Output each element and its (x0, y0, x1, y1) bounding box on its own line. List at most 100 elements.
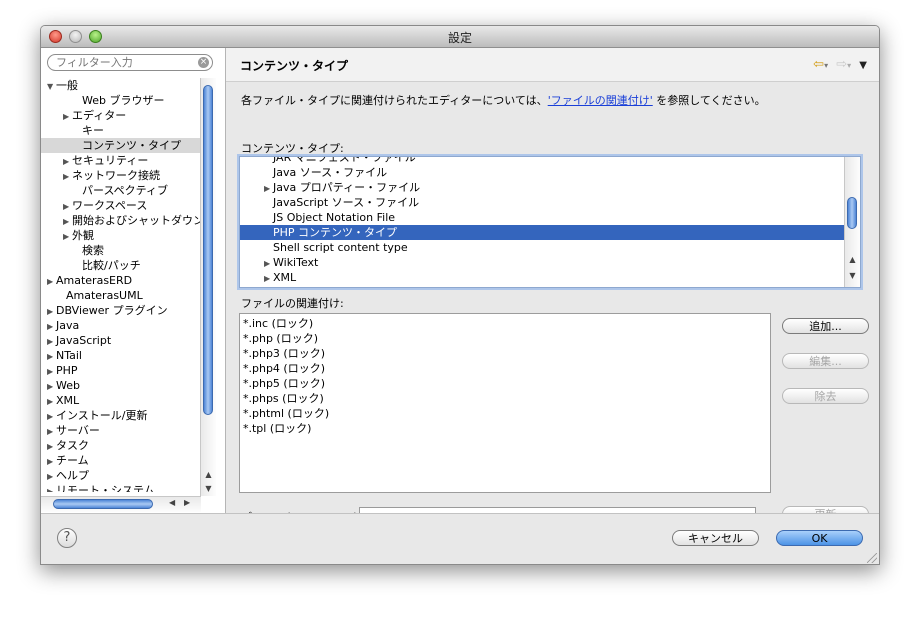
sidebar-tree-item[interactable]: ▶ AmaterasERD (41, 273, 201, 288)
sidebar-tree-item[interactable]: ▶ Web (41, 378, 201, 393)
sidebar-tree-item[interactable]: ▶ 外観 (41, 228, 201, 243)
sidebar-tree-item[interactable]: ▶ ネットワーク接続 (41, 168, 201, 183)
file-associations-list[interactable]: *.inc (ロック) *.php (ロック) *.php3 (ロック) *.php4… (239, 313, 771, 493)
file-association-item[interactable]: *.phps (ロック) (243, 391, 324, 406)
forward-arrow-icon[interactable]: ⇨▾ (836, 57, 851, 72)
sidebar-tree-item[interactable]: ▶ サーバー (41, 423, 201, 438)
sidebar-tree-item[interactable]: ▶ Java (41, 318, 201, 333)
collapsed-arrow-icon[interactable]: ▶ (47, 424, 56, 439)
file-association-item[interactable]: *.php5 (ロック) (243, 376, 325, 391)
sidebar-tree-item[interactable]: ▶ リモート・システム (41, 483, 201, 492)
content-type-item[interactable]: JavaScript ソース・ファイル (240, 195, 419, 210)
collapsed-arrow-icon[interactable]: ▶ (47, 439, 56, 454)
collapsed-arrow-icon[interactable]: ▶ (63, 109, 72, 124)
cancel-button[interactable]: キャンセル (672, 530, 759, 546)
content-type-item[interactable]: ▶ XML (240, 270, 296, 285)
sidebar-tree-item[interactable]: ▶ セキュリティー (41, 153, 201, 168)
sidebar-tree-item[interactable]: ▶ PHP (41, 363, 201, 378)
scroll-down-arrow-icon[interactable]: ▼ (845, 269, 860, 282)
sidebar-tree-item[interactable]: ▶ チーム (41, 453, 201, 468)
collapsed-arrow-icon[interactable]: ▶ (47, 334, 56, 349)
sidebar-tree-item[interactable]: ▶ インストール/更新 (41, 408, 201, 423)
view-menu-icon[interactable]: ▼ (859, 60, 867, 71)
add-button[interactable]: 追加... (782, 318, 869, 334)
collapsed-arrow-icon[interactable]: ▶ (47, 349, 56, 364)
title-bar[interactable]: 設定 (41, 26, 879, 48)
collapsed-arrow-icon[interactable]: ▶ (63, 199, 72, 214)
content-type-item[interactable]: PHP コンテンツ・タイプ (240, 225, 844, 240)
sidebar-hscroll-thumb[interactable] (53, 499, 153, 509)
resize-grip-icon[interactable] (867, 553, 877, 563)
collapsed-arrow-icon[interactable]: ▶ (63, 229, 72, 244)
sidebar-tree-item[interactable]: ▶ JavaScript (41, 333, 201, 348)
file-association-item[interactable]: *.inc (ロック) (243, 316, 313, 331)
sidebar-tree-item[interactable]: ▶ XML (41, 393, 201, 408)
content-types-tree[interactable]: JAR マニフェスト・ファイル Java ソース・ファイル ▶ Java プロパティー… (239, 156, 861, 288)
collapsed-arrow-icon[interactable]: ▶ (63, 169, 72, 184)
collapsed-arrow-icon[interactable]: ▶ (47, 304, 56, 319)
collapsed-arrow-icon[interactable]: ▶ (63, 154, 72, 169)
file-association-item[interactable]: *.php (ロック) (243, 331, 318, 346)
collapsed-arrow-icon[interactable]: ▶ (264, 256, 273, 271)
content-type-item[interactable]: JS Object Notation File (240, 210, 395, 225)
collapsed-arrow-icon[interactable]: ▶ (47, 394, 56, 409)
sidebar-tree-item[interactable]: ▶ タスク (41, 438, 201, 453)
filter-input[interactable] (56, 56, 191, 69)
sidebar-horizontal-scrollbar[interactable]: ◀ ▶ (41, 496, 201, 512)
collapsed-arrow-icon[interactable]: ▶ (264, 181, 273, 196)
sidebar-vertical-scrollbar[interactable]: ▲ ▼ (200, 78, 216, 496)
file-association-item[interactable]: *.phtml (ロック) (243, 406, 329, 421)
file-associations-link[interactable]: 'ファイルの関連付け' (548, 94, 653, 107)
collapsed-arrow-icon[interactable]: ▶ (264, 271, 273, 286)
sidebar-scroll-thumb[interactable] (203, 85, 213, 415)
sidebar-tree-item[interactable]: キー (41, 123, 201, 138)
content-type-item[interactable]: ▶ WikiText (240, 255, 318, 270)
collapsed-arrow-icon[interactable]: ▶ (47, 469, 56, 484)
scroll-down-arrow-icon[interactable]: ▼ (201, 482, 216, 495)
sidebar-tree-item[interactable]: ▶ 開始およびシャットダウン (41, 213, 201, 228)
remove-button[interactable]: 除去 (782, 388, 869, 404)
collapsed-arrow-icon[interactable]: ▶ (63, 214, 72, 229)
collapsed-arrow-icon[interactable]: ▶ (47, 364, 56, 379)
scroll-up-arrow-icon[interactable]: ▲ (201, 468, 216, 481)
sidebar-tree-item[interactable]: Web ブラウザー (41, 93, 201, 108)
sidebar-tree-item[interactable]: パースペクティブ (41, 183, 201, 198)
sidebar-tree-item[interactable]: ▶ エディター (41, 108, 201, 123)
collapsed-arrow-icon[interactable]: ▶ (47, 484, 56, 492)
sidebar-item-label: インストール/更新 (56, 409, 148, 422)
back-arrow-icon[interactable]: ⇦▾ (813, 57, 828, 72)
content-type-item[interactable]: ▶ Java プロパティー・ファイル (240, 180, 420, 195)
collapsed-arrow-icon[interactable]: ▶ (47, 454, 56, 469)
file-association-item[interactable]: *.tpl (ロック) (243, 421, 311, 436)
scroll-left-arrow-icon[interactable]: ◀ (169, 498, 175, 507)
sidebar-item-label: 開始およびシャットダウン (72, 214, 201, 227)
content-types-scroll-thumb[interactable] (847, 197, 857, 229)
file-association-item[interactable]: *.php3 (ロック) (243, 346, 325, 361)
collapsed-arrow-icon[interactable]: ▶ (47, 274, 56, 289)
sidebar-tree-item[interactable]: 検索 (41, 243, 201, 258)
content-type-item[interactable]: Java ソース・ファイル (240, 165, 387, 180)
sidebar-tree-item[interactable]: ▶ ワークスペース (41, 198, 201, 213)
clear-filter-icon[interactable]: × (198, 57, 209, 68)
edit-button[interactable]: 編集... (782, 353, 869, 369)
content-type-item[interactable]: Shell script content type (240, 240, 408, 255)
sidebar-item-label: コンテンツ・タイプ (82, 139, 181, 152)
sidebar-tree-item[interactable]: AmaterasUML (41, 288, 201, 303)
collapsed-arrow-icon[interactable]: ▶ (47, 409, 56, 424)
collapsed-arrow-icon[interactable]: ▶ (47, 319, 56, 334)
content-type-item[interactable]: JAR マニフェスト・ファイル (240, 157, 416, 165)
file-association-item[interactable]: *.php4 (ロック) (243, 361, 325, 376)
sidebar-tree-item[interactable]: ▶ NTail (41, 348, 201, 363)
sidebar-tree-item[interactable]: 比較/パッチ (41, 258, 201, 273)
sidebar-tree-item[interactable]: ▶ ヘルプ (41, 468, 201, 483)
expanded-arrow-icon[interactable]: ▼ (47, 79, 56, 94)
sidebar-tree-item[interactable]: ▼ 一般 (41, 78, 201, 93)
content-types-scrollbar[interactable]: ▲ ▼ (844, 157, 860, 287)
ok-button[interactable]: OK (776, 530, 863, 546)
help-icon[interactable]: ? (57, 528, 77, 548)
sidebar-tree-item[interactable]: ▶ DBViewer プラグイン (41, 303, 201, 318)
sidebar-tree-item[interactable]: コンテンツ・タイプ (41, 138, 201, 153)
collapsed-arrow-icon[interactable]: ▶ (47, 379, 56, 394)
scroll-right-arrow-icon[interactable]: ▶ (184, 498, 190, 507)
scroll-up-arrow-icon[interactable]: ▲ (845, 253, 860, 266)
